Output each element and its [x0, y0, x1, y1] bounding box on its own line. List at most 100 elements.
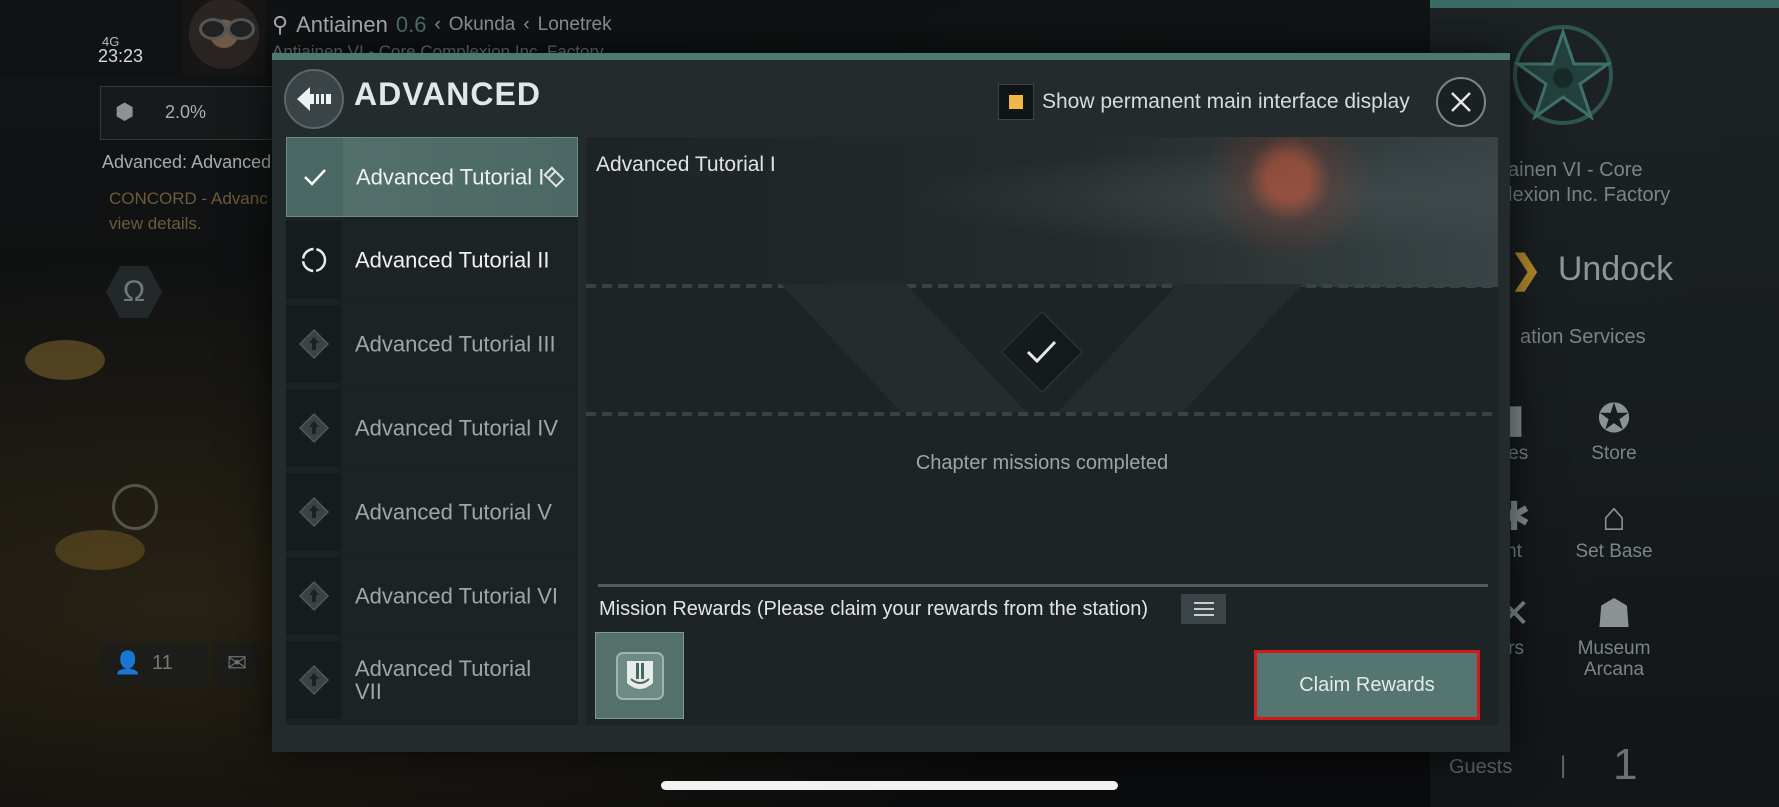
tutorial-status	[286, 305, 342, 383]
in-progress-icon	[301, 247, 327, 273]
tutorial-status	[287, 138, 343, 216]
service-label: Store	[1591, 443, 1637, 464]
constellation-name: Okunda	[448, 14, 516, 35]
tutorial-label: Advanced Tutorial II	[355, 247, 550, 273]
person-icon: 👤	[114, 650, 142, 675]
rewards-list-toggle[interactable]	[1181, 594, 1226, 624]
set-base-icon: ⌂	[1601, 495, 1627, 539]
rewards-divider	[598, 584, 1488, 587]
location-breadcrumb[interactable]: ⚲ Antiainen 0.6 ‹ Okunda ‹ Lonetrek	[272, 12, 612, 38]
goggle-icon	[199, 18, 227, 40]
menu-line	[1193, 608, 1214, 610]
chevron-right-icon: ❯	[1510, 249, 1542, 291]
goggle-icon	[227, 18, 255, 40]
station-name: ainen VI - Core lexion Inc. Factory	[1508, 158, 1748, 208]
system-name: Antiainen	[296, 12, 388, 37]
guests-label: Guests	[1449, 756, 1513, 778]
bg-ring	[112, 484, 158, 530]
chapter-title: Advanced Tutorial I	[596, 153, 776, 176]
tutorial-label: Advanced Tutorial VI	[355, 583, 559, 609]
checkmark-icon	[304, 169, 326, 186]
tutorial-label: Advanced Tutorial I	[356, 164, 545, 190]
tutorial-item-5[interactable]: Advanced Tutorial V	[286, 473, 576, 551]
mission-rewards-label: Mission Rewards (Please claim your rewar…	[599, 598, 1149, 620]
pilot-avatar[interactable]	[183, 0, 265, 75]
tutorial-status	[286, 389, 342, 467]
tutorial-label: Advanced Tutorial VII	[355, 656, 532, 704]
tag-icon	[543, 166, 565, 188]
security-status: 0.6	[395, 12, 427, 37]
chevron-left-icon: ‹	[434, 14, 441, 35]
tutorial-item-1[interactable]: Advanced Tutorial I	[286, 137, 578, 217]
panel-accent	[1430, 0, 1779, 8]
tracked-mission-title[interactable]: Advanced: Advanced	[102, 152, 271, 173]
service-label: Set Base	[1575, 541, 1653, 562]
tracked-mission-desc: CONCORD - Advanc view details.	[109, 186, 268, 236]
checkbox-checked-indicator	[1009, 95, 1023, 109]
tutorial-status	[286, 473, 342, 551]
service-label: Museum Arcana	[1577, 638, 1651, 680]
bg-light	[55, 530, 145, 570]
people-count: 11	[152, 652, 173, 674]
show-permanent-label[interactable]: Show permanent main interface display	[1042, 90, 1410, 114]
skill-book-icon	[615, 651, 664, 700]
corporation-emblem-icon	[1513, 25, 1613, 125]
mail-icon[interactable]: ✉	[212, 643, 262, 685]
guests-separator: |	[1560, 752, 1567, 779]
cargo-percent: 2.0%	[165, 102, 207, 122]
cargo-stats[interactable]: ⬢ 2.0%	[100, 86, 292, 140]
locked-icon	[298, 664, 330, 696]
station-name-line: lexion Inc. Factory	[1508, 184, 1671, 206]
location-pin-icon: ⚲	[272, 12, 289, 37]
tutorial-status	[286, 557, 342, 635]
station-services-label: ation Services	[1520, 326, 1646, 348]
checkmark-icon	[1026, 340, 1057, 364]
tutorial-item-4[interactable]: Advanced Tutorial IV	[286, 389, 576, 467]
tutorial-list: Advanced Tutorial I Advanced Tutorial II	[286, 137, 578, 725]
tutorial-label: Advanced Tutorial V	[355, 499, 552, 525]
claim-rewards-button[interactable]: Claim Rewards	[1254, 650, 1480, 720]
service-set-base[interactable]: ⌂ Set Base	[1554, 493, 1674, 563]
mission-desc-line: view details.	[109, 214, 202, 233]
back-arrow-icon	[297, 87, 331, 111]
local-chat-button[interactable]: 👤 11	[100, 643, 208, 685]
tutorial-label: Advanced Tutorial III	[355, 331, 556, 357]
locked-icon	[298, 496, 330, 528]
tutorial-status	[286, 221, 342, 299]
locked-icon	[298, 412, 330, 444]
menu-line	[1193, 602, 1214, 604]
station-name-line: ainen VI - Core	[1508, 159, 1643, 181]
service-store[interactable]: ✪ Store	[1554, 395, 1674, 465]
advanced-tutorial-dialog: ADVANCED Show permanent main interface d…	[272, 53, 1510, 752]
close-icon	[1451, 92, 1471, 112]
locked-icon	[298, 328, 330, 360]
back-button[interactable]	[284, 69, 344, 129]
tutorial-item-2[interactable]: Advanced Tutorial II	[286, 221, 576, 299]
menu-line	[1193, 614, 1214, 616]
tutorial-label: Advanced Tutorial IV	[355, 415, 559, 441]
clock: 23:23	[98, 46, 144, 66]
cube-icon: ⬢	[115, 99, 135, 124]
region-name: Lonetrek	[537, 14, 612, 35]
close-button[interactable]	[1436, 77, 1486, 127]
dialog-title: ADVANCED	[354, 76, 541, 112]
nes-store-icon: ✪	[1597, 397, 1631, 441]
guests-count[interactable]: 1	[1613, 740, 1637, 790]
reward-item[interactable]	[595, 632, 684, 719]
mission-desc-line: CONCORD - Advanc	[109, 189, 268, 208]
home-indicator[interactable]	[661, 781, 1118, 790]
service-museum[interactable]: ☗ Museum Arcana	[1554, 590, 1674, 680]
bg-light	[25, 340, 105, 380]
chevron-left-icon: ‹	[523, 14, 530, 35]
dialog-header: ADVANCED Show permanent main interface d…	[272, 60, 1510, 138]
tutorial-item-6[interactable]: Advanced Tutorial VI	[286, 557, 576, 635]
undock-button[interactable]: ❯ Undock	[1510, 247, 1673, 292]
tutorial-item-7[interactable]: Advanced Tutorial VII	[286, 641, 576, 719]
chapter-status-text: Chapter missions completed	[915, 452, 1169, 474]
museum-icon: ☗	[1596, 592, 1632, 636]
undock-label: Undock	[1557, 250, 1674, 288]
show-permanent-checkbox[interactable]	[998, 84, 1034, 120]
tutorial-item-3[interactable]: Advanced Tutorial III	[286, 305, 576, 383]
divider	[586, 412, 1498, 416]
tutorial-detail: Advanced Tutorial I Chapter missions com…	[586, 137, 1498, 725]
